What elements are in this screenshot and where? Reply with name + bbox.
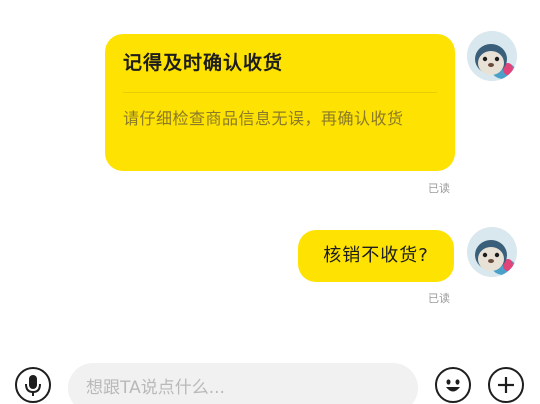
seal-avatar-icon <box>467 227 517 277</box>
voice-button[interactable] <box>15 367 51 403</box>
avatar[interactable] <box>467 227 517 277</box>
microphone-icon <box>25 375 41 396</box>
more-button[interactable] <box>488 367 524 403</box>
message-card-bubble[interactable]: 记得及时确认收货 请仔细检查商品信息无误，再确认收货 <box>105 34 455 171</box>
card-title: 记得及时确认收货 <box>123 52 284 74</box>
plus-icon <box>498 377 514 393</box>
emoji-button[interactable] <box>435 367 471 403</box>
avatar[interactable] <box>467 31 517 81</box>
message-bubble[interactable]: 核销不收货? <box>298 230 454 282</box>
card-divider <box>123 92 437 93</box>
seal-avatar-icon <box>467 31 517 81</box>
chat-screen: 记得及时确认收货 请仔细检查商品信息无误，再确认收货 已读 核销不收货? 已读 … <box>0 0 540 404</box>
message-input[interactable] <box>68 363 418 404</box>
read-status: 已读 <box>428 292 450 305</box>
emoji-icon <box>446 379 460 392</box>
read-status: 已读 <box>428 182 450 195</box>
card-description: 请仔细检查商品信息无误，再确认收货 <box>123 109 404 128</box>
